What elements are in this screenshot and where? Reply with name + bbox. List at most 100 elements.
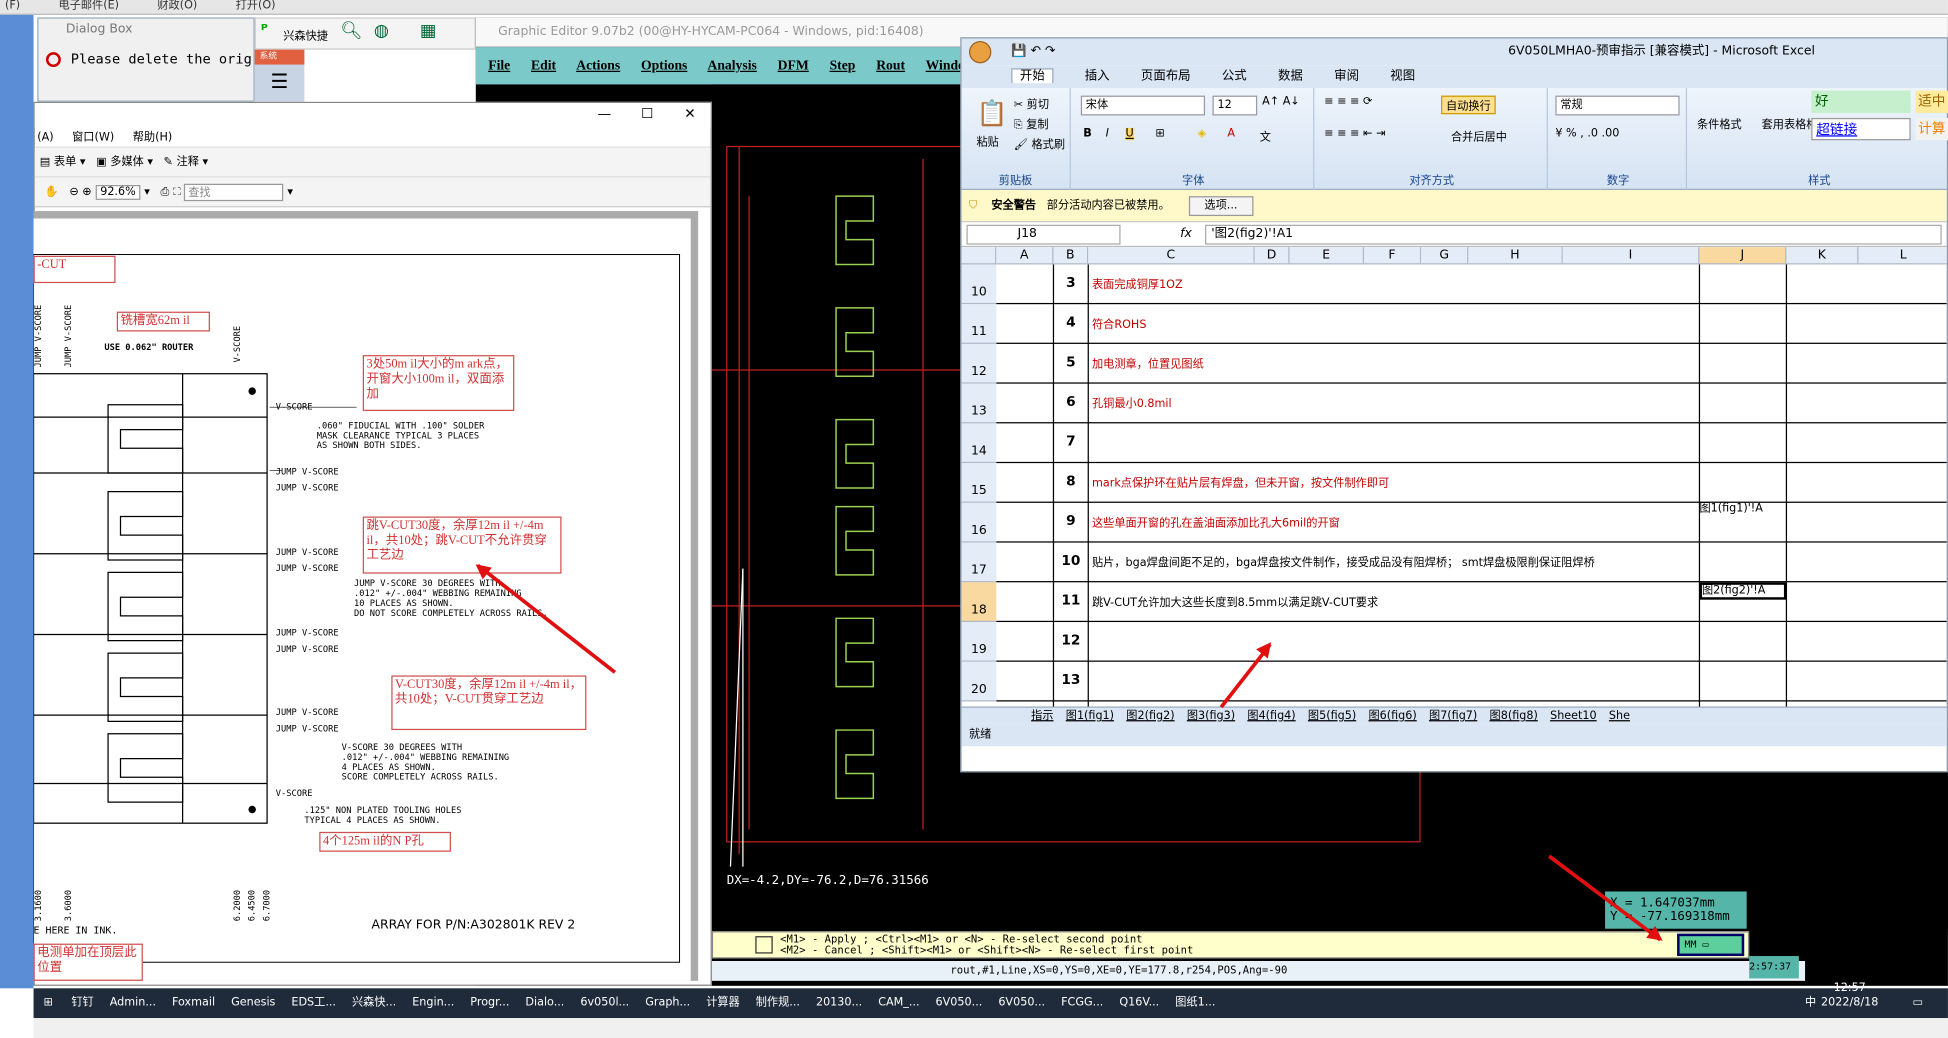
taskbar-item[interactable]: EDS工... [291,988,336,1018]
col-header[interactable]: G [1421,247,1469,265]
zoom-field[interactable]: 92.6% [95,184,141,200]
col-header[interactable]: L [1858,247,1947,265]
units-button[interactable]: MM ▭ [1677,933,1745,957]
zoom-out-icon[interactable]: ⊖ [69,186,78,198]
sheet-tab[interactable]: She [1609,710,1630,722]
fit-icon[interactable]: ⛶ [173,186,181,198]
col-header[interactable]: A [996,247,1054,265]
table-row[interactable]: 10 贴片，bga焊盘间距不足的，bga焊盘按文件制作，接受成品没有阻焊桥； sm… [996,543,1947,583]
col-header[interactable]: C [1088,247,1255,265]
phonetic-icon[interactable]: 文 [1260,128,1271,144]
menu-file[interactable]: File [488,58,510,73]
conditional-format-button[interactable]: 条件格式 [1697,115,1742,131]
tab-review[interactable]: 审阅 [1334,70,1359,84]
top-item[interactable]: 财政(O) [157,0,197,12]
table-row[interactable]: 4 符合ROHS [996,304,1947,344]
col-header[interactable]: K [1786,247,1859,265]
taskbar-item[interactable]: Graph... [645,988,690,1018]
sheet-tab[interactable]: 图4(fig4) [1247,710,1295,722]
border-icon[interactable]: ⊞ [1155,128,1164,140]
minimize-icon[interactable]: — [598,106,612,122]
table-row[interactable]: 5 加电测章，位置见图纸 [996,344,1947,384]
table-row[interactable]: 11 跳V-CUT允许加大这些长度到8.5mm以满足跳V-CUT要求 图2(fig2… [996,582,1947,623]
pdf-menu-window[interactable]: 窗口(W) [72,132,114,144]
tab-page-layout[interactable]: 页面布局 [1141,70,1191,84]
taskbar-item[interactable]: 6V050... [998,988,1045,1018]
table-row[interactable]: 6 孔铜最小0.8mil [996,384,1947,424]
wrap-text-button[interactable]: 自动换行 [1441,95,1496,115]
bold-button[interactable]: B [1083,128,1092,140]
underline-button[interactable]: U [1125,127,1134,141]
number-format-combo[interactable]: 常规 [1555,95,1680,116]
close-icon[interactable]: ✕ [684,106,695,122]
pause-icon[interactable] [755,936,773,954]
row-header[interactable]: 14 [961,423,997,464]
grid-icon[interactable]: ▦ [420,21,436,41]
currency-icon[interactable]: ¥ % , .0 .00 [1555,128,1619,140]
pdf-tool-comment[interactable]: 注释 [177,156,199,168]
taskbar-item[interactable]: 图纸1... [1175,988,1215,1018]
pdf-menu-item[interactable]: (A) [37,132,53,144]
tab-home[interactable]: 开始 [1011,68,1054,84]
tab-formulas[interactable]: 公式 [1222,70,1247,84]
italic-button[interactable]: I [1106,128,1109,140]
font-grow-icon[interactable]: A↑ A↓ [1262,96,1300,108]
taskbar-item[interactable]: Genesis [231,988,275,1018]
col-header[interactable]: B [1053,247,1089,265]
hyperlink-cell[interactable]: 图1(fig1)'!A [1699,503,1786,515]
office-button-icon[interactable] [968,40,992,64]
top-item[interactable]: 打开(O) [236,0,276,12]
paste-icon[interactable]: 📋 [976,98,1007,128]
taskbar-item[interactable]: 制作规... [756,988,800,1018]
row-header[interactable]: 13 [961,383,997,424]
menu-rout[interactable]: Rout [876,58,905,73]
taskbar-item[interactable]: Admin... [110,988,156,1018]
sheet-tab[interactable]: 图3(fig3) [1187,710,1235,722]
table-row[interactable]: 13 [996,662,1947,702]
font-size-combo[interactable]: 12 [1212,95,1258,116]
taskbar-item[interactable]: Foxmail [172,988,215,1018]
taskbar-item[interactable]: 6V050... [936,988,983,1018]
globe-icon[interactable]: ◍ [374,21,389,41]
col-header-selected[interactable]: J [1699,247,1787,265]
tab-insert[interactable]: 插入 [1085,70,1110,84]
table-row[interactable]: 8 mark点保护环在贴片层有焊盘，但未开窗，按文件制作即可 [996,463,1947,503]
col-header[interactable]: H [1468,247,1563,265]
table-row[interactable]: 12 [996,622,1947,662]
fill-color-icon[interactable]: ◈ [1198,128,1207,140]
pdf-tool-media[interactable]: 多媒体 [110,156,144,168]
ime-indicator[interactable]: 中 [1805,988,1816,1018]
sheet-tab[interactable]: 图1(fig1) [1066,710,1114,722]
menu-step[interactable]: Step [830,58,856,73]
taskbar-item[interactable]: 6v050l... [580,988,629,1018]
row-header[interactable]: 15 [961,463,997,503]
format-painter-button[interactable]: 🖌 格式刷 [1014,135,1065,151]
align-top-icon[interactable]: ≡ ≡ ≡ ⟳ [1324,96,1372,108]
hand-icon[interactable]: ✋ [45,186,59,198]
font-color-icon[interactable]: A [1227,128,1235,140]
row-header[interactable]: 17 [961,542,997,583]
paste-button[interactable]: 粘贴 [976,133,998,149]
pdf-tool-form[interactable]: 表单 [54,156,76,168]
pdf-drawing[interactable]: -CUT JUMP V-SCORE JUMP V-SCORE V-SCORE 铣… [33,218,691,981]
row-header[interactable]: 11 [961,304,997,344]
sheet-tab-active[interactable]: 指示 [1031,710,1053,722]
name-box[interactable]: J18 [966,224,1121,245]
table-row[interactable]: 3 表面完成铜厚1OZ [996,264,1947,305]
style-good[interactable]: 好 [1811,90,1911,113]
row-header[interactable]: 19 [961,622,997,662]
cut-button[interactable]: ✂ 剪切 [1014,96,1049,111]
taskbar-item[interactable]: Dialo... [525,988,564,1018]
quick-access-icons[interactable]: 💾 ↶ ↷ [1011,38,1055,65]
top-item[interactable]: (F) [5,0,20,12]
menu-options[interactable]: Options [641,58,687,73]
copy-button[interactable]: ⎘ 复制 [1014,115,1049,131]
menu-dfm[interactable]: DFM [778,58,809,73]
taskbar-item[interactable]: FCGG... [1061,988,1103,1018]
find-input[interactable]: 查找 [184,183,284,201]
table-row[interactable]: 7 [996,423,1947,464]
pdf-menu-help[interactable]: 帮助(H) [133,132,173,144]
style-calc[interactable]: 计算 [1915,117,1948,141]
font-name-combo[interactable]: 宋体 [1080,95,1206,116]
taskbar-item[interactable]: Progr... [470,988,509,1018]
